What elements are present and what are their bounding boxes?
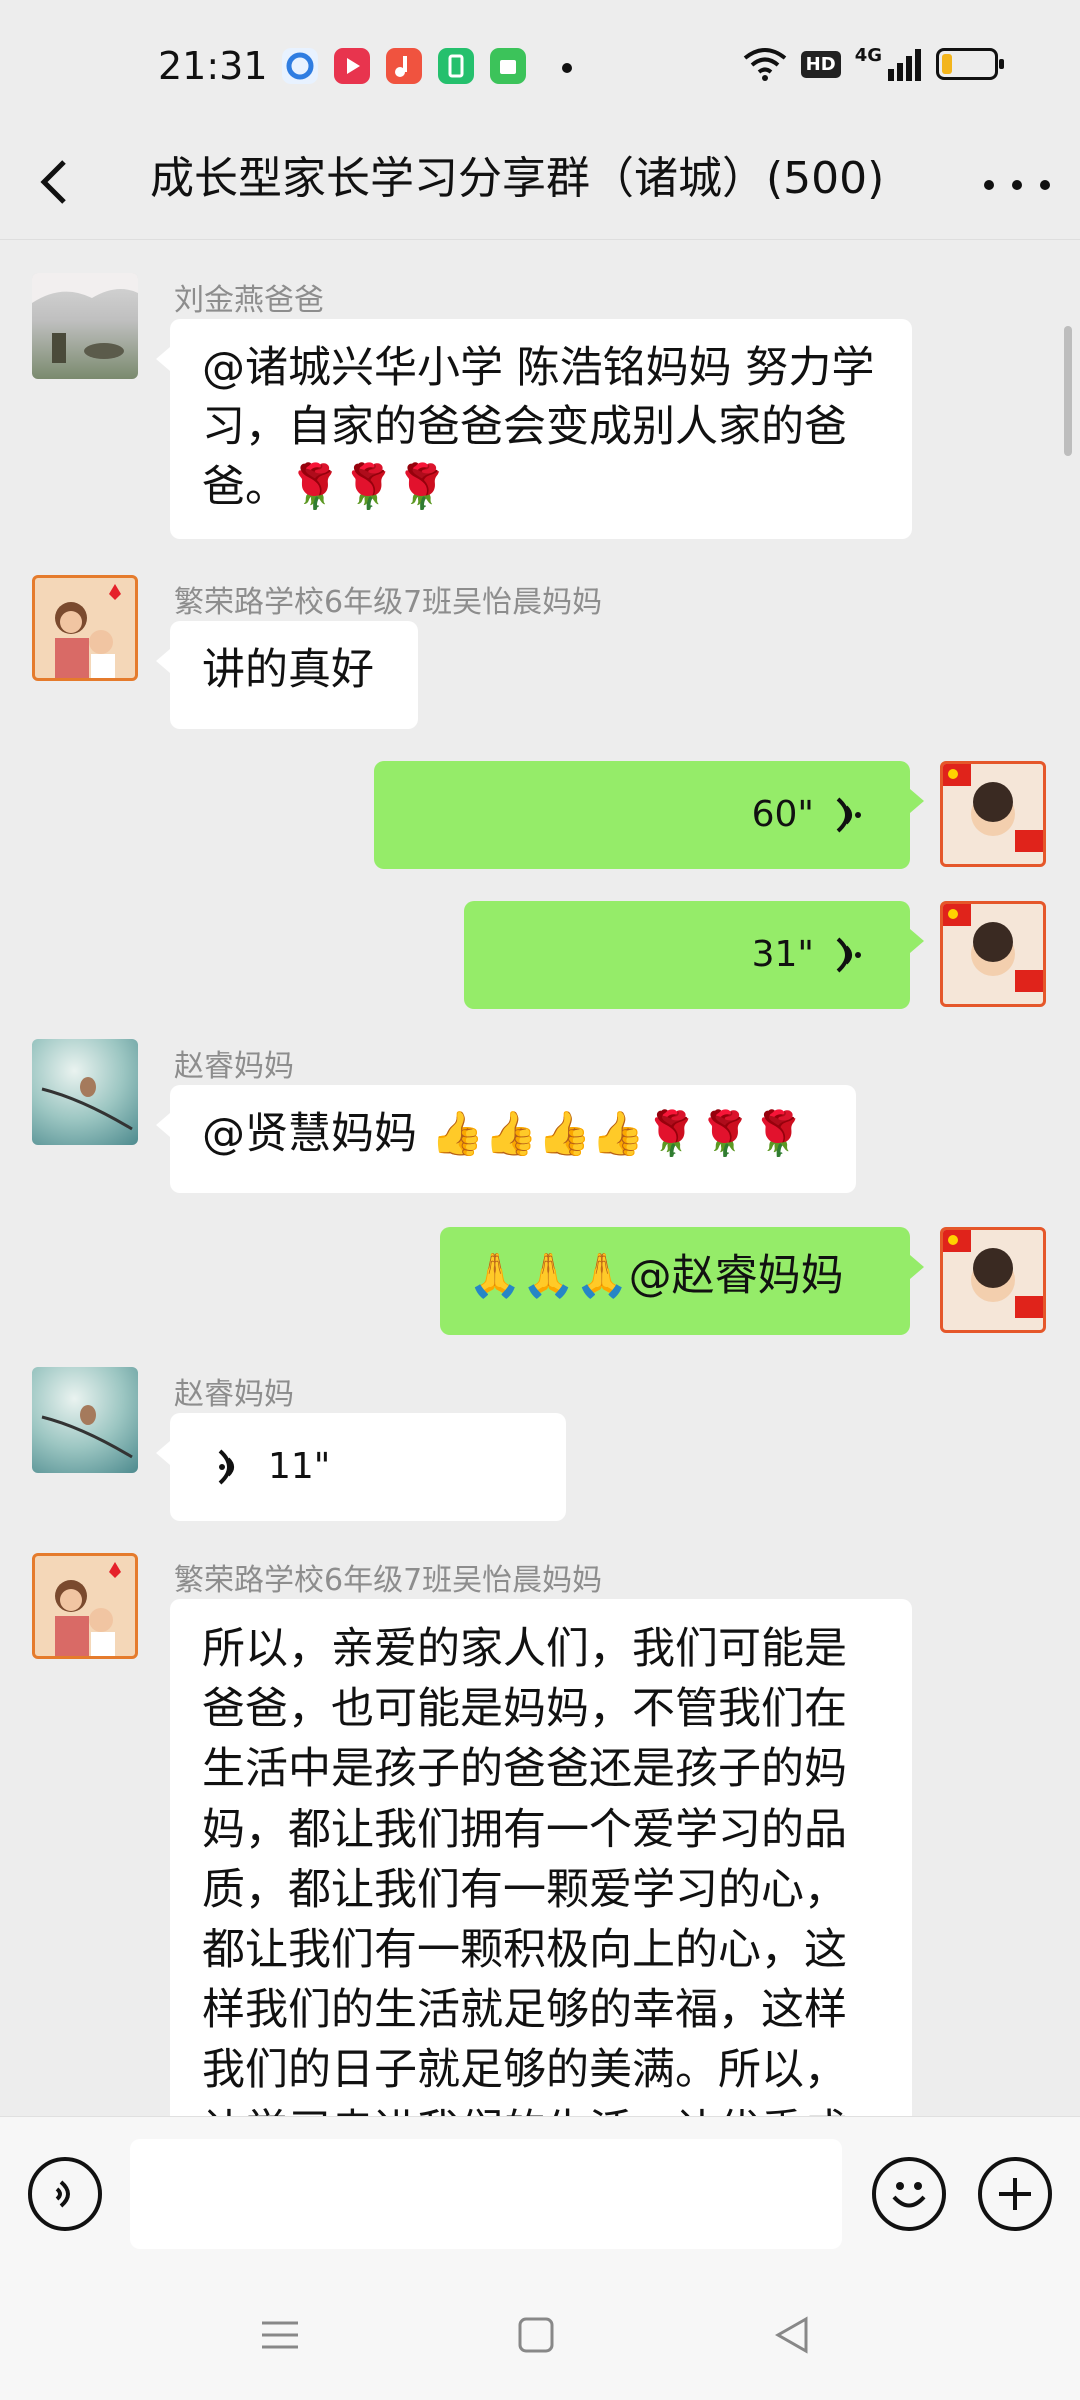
status-time: 21:31 [158, 44, 268, 88]
browser-app-icon [282, 48, 318, 84]
chat-title: 成长型家长学习分享群（诸城）(500) [150, 153, 885, 204]
message-text: 所以，亲爱的家人们，我们可能是爸爸，也可能是妈妈，不管我们在生活中是孩子的爸爸还… [202, 1624, 847, 2116]
avatar[interactable] [940, 1227, 1046, 1333]
back-nav-icon[interactable] [762, 2310, 822, 2360]
home-icon[interactable] [506, 2310, 566, 2360]
battery-icon [936, 48, 1004, 80]
avatar[interactable] [32, 1367, 138, 1473]
voice-wave-icon [836, 937, 861, 973]
back-arrow-icon[interactable] [30, 152, 90, 212]
message-bubble[interactable]: @贤慧妈妈 👍👍👍👍🌹🌹🌹 [156, 1085, 856, 1193]
video-app-icon [334, 48, 370, 84]
menu-icon[interactable] [250, 2310, 310, 2360]
sender-name: 赵睿妈妈 [174, 1377, 294, 1412]
battery-app-icon [438, 48, 474, 84]
sender-name: 赵睿妈妈 [174, 1049, 294, 1084]
message-bubble[interactable]: 所以，亲爱的家人们，我们可能是爸爸，也可能是妈妈，不管我们在生活中是孩子的爸爸还… [170, 1599, 912, 2116]
store-app-icon [490, 48, 526, 84]
status-bar: 21:31 HD 4G [0, 0, 1080, 130]
voice-duration: 60" [751, 794, 814, 836]
voice-message-bubble[interactable]: 31" [464, 901, 924, 1009]
emoji-icon[interactable] [872, 2157, 946, 2231]
wifi-icon [743, 48, 786, 81]
voice-message-bubble[interactable]: 11" [156, 1413, 566, 1521]
message-list[interactable]: 刘金燕爸爸 @诸城兴华小学 陈浩铭妈妈 努力学习，自家的爸爸会变成别人家的爸爸。… [0, 241, 1080, 2116]
signal-icon [888, 49, 921, 81]
chat-header: 成长型家长学习分享群（诸城）(500) [0, 130, 1080, 240]
avatar[interactable] [32, 575, 138, 681]
sender-name: 繁荣路学校6年级7班吴怡晨妈妈 [174, 585, 603, 620]
music-app-icon [386, 48, 422, 84]
more-icon[interactable] [984, 160, 1050, 210]
message-bubble[interactable]: 🙏🙏🙏@赵睿妈妈 [440, 1227, 924, 1335]
sender-name: 繁荣路学校6年级7班吴怡晨妈妈 [174, 1563, 603, 1598]
network-label: 4G [854, 44, 882, 66]
voice-duration: 11" [268, 1446, 331, 1488]
voice-duration: 31" [751, 934, 814, 976]
message-bubble[interactable]: @诸城兴华小学 陈浩铭妈妈 努力学习，自家的爸爸会变成别人家的爸爸。🌹🌹🌹 [156, 319, 912, 539]
system-icons: HD 4G [743, 44, 1004, 82]
message-bubble[interactable]: 讲的真好 [156, 621, 418, 729]
message-input[interactable] [130, 2139, 842, 2249]
message-text: 讲的真好 [202, 645, 374, 695]
system-navigation-bar [0, 2270, 1080, 2400]
plus-icon[interactable] [978, 2157, 1052, 2231]
avatar[interactable] [32, 1553, 138, 1659]
voice-input-icon[interactable] [28, 2157, 102, 2231]
scrollbar[interactable] [1064, 326, 1072, 456]
avatar[interactable] [32, 1039, 138, 1145]
message-text: @诸城兴华小学 陈浩铭妈妈 努力学习，自家的爸爸会变成别人家的爸爸。🌹🌹🌹 [202, 343, 875, 512]
sender-name: 刘金燕爸爸 [174, 283, 324, 318]
voice-wave-icon [218, 1449, 234, 1485]
input-bar [0, 2116, 1080, 2270]
voice-wave-icon [836, 797, 861, 833]
avatar[interactable] [940, 761, 1046, 867]
voice-message-bubble[interactable]: 60" [374, 761, 924, 869]
message-text: @贤慧妈妈 👍👍👍👍🌹🌹🌹 [202, 1109, 806, 1159]
avatar[interactable] [940, 901, 1046, 1007]
message-text: 🙏🙏🙏@赵睿妈妈 [468, 1251, 844, 1301]
hd-badge: HD [800, 50, 841, 78]
avatar[interactable] [32, 273, 138, 379]
notification-dot [562, 63, 572, 73]
